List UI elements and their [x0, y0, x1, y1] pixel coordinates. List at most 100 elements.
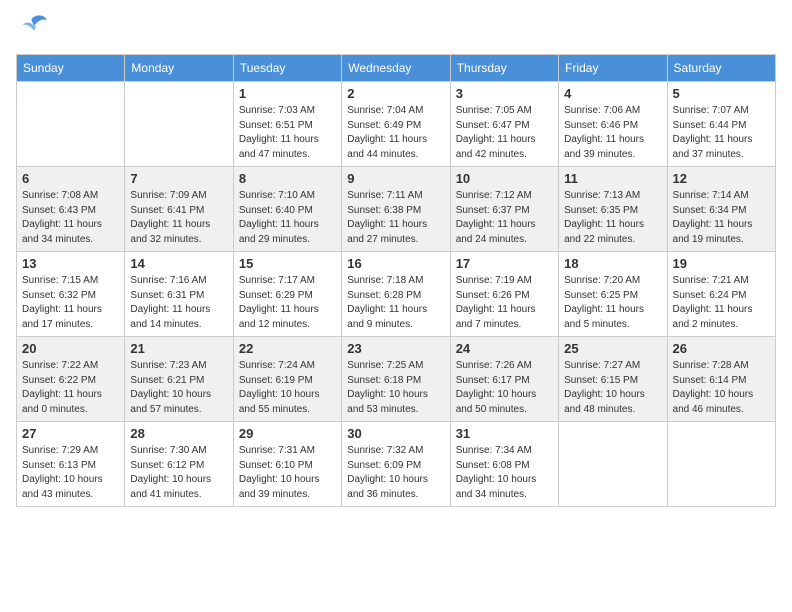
day-number: 9	[347, 171, 444, 186]
cell-content: Sunrise: 7:32 AM Sunset: 6:09 PM Dayligh…	[347, 444, 444, 502]
cell-content: Sunrise: 7:25 AM Sunset: 6:18 PM Dayligh…	[347, 359, 444, 417]
cell-content: Sunrise: 7:04 AM Sunset: 6:49 PM Dayligh…	[347, 104, 444, 162]
cell-content: Sunrise: 7:29 AM Sunset: 6:13 PM Dayligh…	[22, 444, 119, 502]
calendar-cell: 26 Sunrise: 7:28 AM Sunset: 6:14 PM Dayli…	[667, 337, 775, 422]
cell-content: Sunrise: 7:28 AM Sunset: 6:14 PM Dayligh…	[673, 359, 770, 417]
cell-content: Sunrise: 7:08 AM Sunset: 6:43 PM Dayligh…	[22, 189, 119, 247]
cell-content: Sunrise: 7:18 AM Sunset: 6:28 PM Dayligh…	[347, 274, 444, 332]
page-header	[16, 16, 776, 42]
day-number: 30	[347, 426, 444, 441]
day-number: 18	[564, 256, 661, 271]
day-number: 11	[564, 171, 661, 186]
day-number: 14	[130, 256, 227, 271]
calendar-week-row: 13Sunrise: 7:15 AM Sunset: 6:32 PM Dayli…	[17, 252, 776, 337]
calendar-cell: 17Sunrise: 7:19 AM Sunset: 6:26 PM Dayli…	[450, 252, 558, 337]
calendar-cell: 28 Sunrise: 7:30 AM Sunset: 6:12 PM Dayli…	[125, 422, 233, 507]
calendar-cell: 3 Sunrise: 7:05 AM Sunset: 6:47 PM Daylig…	[450, 82, 558, 167]
day-number: 19	[673, 256, 770, 271]
calendar-cell: 11 Sunrise: 7:13 AM Sunset: 6:35 PM Dayli…	[559, 167, 667, 252]
calendar-cell: 7Sunrise: 7:09 AM Sunset: 6:41 PM Daylig…	[125, 167, 233, 252]
calendar-cell: 14 Sunrise: 7:16 AM Sunset: 6:31 PM Dayli…	[125, 252, 233, 337]
day-number: 23	[347, 341, 444, 356]
calendar-cell: 13Sunrise: 7:15 AM Sunset: 6:32 PM Dayli…	[17, 252, 125, 337]
day-number: 16	[347, 256, 444, 271]
cell-content: Sunrise: 7:21 AM Sunset: 6:24 PM Dayligh…	[673, 274, 770, 332]
day-number: 1	[239, 86, 336, 101]
calendar-cell: 9 Sunrise: 7:11 AM Sunset: 6:38 PM Daylig…	[342, 167, 450, 252]
day-number: 25	[564, 341, 661, 356]
calendar-cell: 20 Sunrise: 7:22 AM Sunset: 6:22 PM Dayli…	[17, 337, 125, 422]
calendar-cell: 8Sunrise: 7:10 AM Sunset: 6:40 PM Daylig…	[233, 167, 341, 252]
calendar-cell: 19 Sunrise: 7:21 AM Sunset: 6:24 PM Dayli…	[667, 252, 775, 337]
cell-content: Sunrise: 7:16 AM Sunset: 6:31 PM Dayligh…	[130, 274, 227, 332]
calendar-table: SundayMondayTuesdayWednesdayThursdayFrid…	[16, 54, 776, 507]
cell-content: Sunrise: 7:05 AM Sunset: 6:47 PM Dayligh…	[456, 104, 553, 162]
cell-content: Sunrise: 7:30 AM Sunset: 6:12 PM Dayligh…	[130, 444, 227, 502]
calendar-cell: 24 Sunrise: 7:26 AM Sunset: 6:17 PM Dayli…	[450, 337, 558, 422]
day-number: 10	[456, 171, 553, 186]
calendar-cell	[17, 82, 125, 167]
calendar-cell	[667, 422, 775, 507]
cell-content: Sunrise: 7:27 AM Sunset: 6:15 PM Dayligh…	[564, 359, 661, 417]
cell-content: Sunrise: 7:20 AM Sunset: 6:25 PM Dayligh…	[564, 274, 661, 332]
cell-content: Sunrise: 7:34 AM Sunset: 6:08 PM Dayligh…	[456, 444, 553, 502]
day-number: 28	[130, 426, 227, 441]
day-number: 8	[239, 171, 336, 186]
calendar-week-row: 6 Sunrise: 7:08 AM Sunset: 6:43 PM Daylig…	[17, 167, 776, 252]
cell-content: Sunrise: 7:11 AM Sunset: 6:38 PM Dayligh…	[347, 189, 444, 247]
calendar-cell: 31 Sunrise: 7:34 AM Sunset: 6:08 PM Dayli…	[450, 422, 558, 507]
day-of-week-header: Thursday	[450, 55, 558, 82]
calendar-week-row: 1 Sunrise: 7:03 AM Sunset: 6:51 PM Daylig…	[17, 82, 776, 167]
cell-content: Sunrise: 7:17 AM Sunset: 6:29 PM Dayligh…	[239, 274, 336, 332]
calendar-week-row: 27 Sunrise: 7:29 AM Sunset: 6:13 PM Dayli…	[17, 422, 776, 507]
calendar-cell: 16 Sunrise: 7:18 AM Sunset: 6:28 PM Dayli…	[342, 252, 450, 337]
day-of-week-header: Monday	[125, 55, 233, 82]
day-of-week-header: Sunday	[17, 55, 125, 82]
day-number: 12	[673, 171, 770, 186]
day-number: 26	[673, 341, 770, 356]
day-number: 2	[347, 86, 444, 101]
day-number: 20	[22, 341, 119, 356]
day-of-week-header: Saturday	[667, 55, 775, 82]
day-number: 13	[22, 256, 119, 271]
calendar-week-row: 20 Sunrise: 7:22 AM Sunset: 6:22 PM Dayli…	[17, 337, 776, 422]
calendar-cell: 21Sunrise: 7:23 AM Sunset: 6:21 PM Dayli…	[125, 337, 233, 422]
calendar-cell: 22 Sunrise: 7:24 AM Sunset: 6:19 PM Dayli…	[233, 337, 341, 422]
day-number: 6	[22, 171, 119, 186]
calendar-cell: 1 Sunrise: 7:03 AM Sunset: 6:51 PM Daylig…	[233, 82, 341, 167]
logo-bird-icon	[19, 12, 49, 42]
day-of-week-header: Tuesday	[233, 55, 341, 82]
calendar-cell: 29 Sunrise: 7:31 AM Sunset: 6:10 PM Dayli…	[233, 422, 341, 507]
calendar-cell: 18 Sunrise: 7:20 AM Sunset: 6:25 PM Dayli…	[559, 252, 667, 337]
day-number: 17	[456, 256, 553, 271]
cell-content: Sunrise: 7:24 AM Sunset: 6:19 PM Dayligh…	[239, 359, 336, 417]
day-number: 3	[456, 86, 553, 101]
day-number: 31	[456, 426, 553, 441]
logo	[16, 16, 49, 42]
day-number: 21	[130, 341, 227, 356]
cell-content: Sunrise: 7:31 AM Sunset: 6:10 PM Dayligh…	[239, 444, 336, 502]
cell-content: Sunrise: 7:06 AM Sunset: 6:46 PM Dayligh…	[564, 104, 661, 162]
cell-content: Sunrise: 7:07 AM Sunset: 6:44 PM Dayligh…	[673, 104, 770, 162]
day-number: 22	[239, 341, 336, 356]
cell-content: Sunrise: 7:14 AM Sunset: 6:34 PM Dayligh…	[673, 189, 770, 247]
day-number: 27	[22, 426, 119, 441]
calendar-cell: 10Sunrise: 7:12 AM Sunset: 6:37 PM Dayli…	[450, 167, 558, 252]
calendar-cell: 23 Sunrise: 7:25 AM Sunset: 6:18 PM Dayli…	[342, 337, 450, 422]
calendar-cell: 27 Sunrise: 7:29 AM Sunset: 6:13 PM Dayli…	[17, 422, 125, 507]
cell-content: Sunrise: 7:22 AM Sunset: 6:22 PM Dayligh…	[22, 359, 119, 417]
day-number: 5	[673, 86, 770, 101]
calendar-cell: 12 Sunrise: 7:14 AM Sunset: 6:34 PM Dayli…	[667, 167, 775, 252]
cell-content: Sunrise: 7:13 AM Sunset: 6:35 PM Dayligh…	[564, 189, 661, 247]
day-of-week-header: Wednesday	[342, 55, 450, 82]
cell-content: Sunrise: 7:03 AM Sunset: 6:51 PM Dayligh…	[239, 104, 336, 162]
calendar-cell: 2 Sunrise: 7:04 AM Sunset: 6:49 PM Daylig…	[342, 82, 450, 167]
cell-content: Sunrise: 7:26 AM Sunset: 6:17 PM Dayligh…	[456, 359, 553, 417]
day-number: 24	[456, 341, 553, 356]
day-number: 15	[239, 256, 336, 271]
calendar-cell: 30 Sunrise: 7:32 AM Sunset: 6:09 PM Dayli…	[342, 422, 450, 507]
cell-content: Sunrise: 7:09 AM Sunset: 6:41 PM Dayligh…	[130, 189, 227, 247]
calendar-cell: 25 Sunrise: 7:27 AM Sunset: 6:15 PM Dayli…	[559, 337, 667, 422]
day-number: 29	[239, 426, 336, 441]
calendar-cell	[559, 422, 667, 507]
